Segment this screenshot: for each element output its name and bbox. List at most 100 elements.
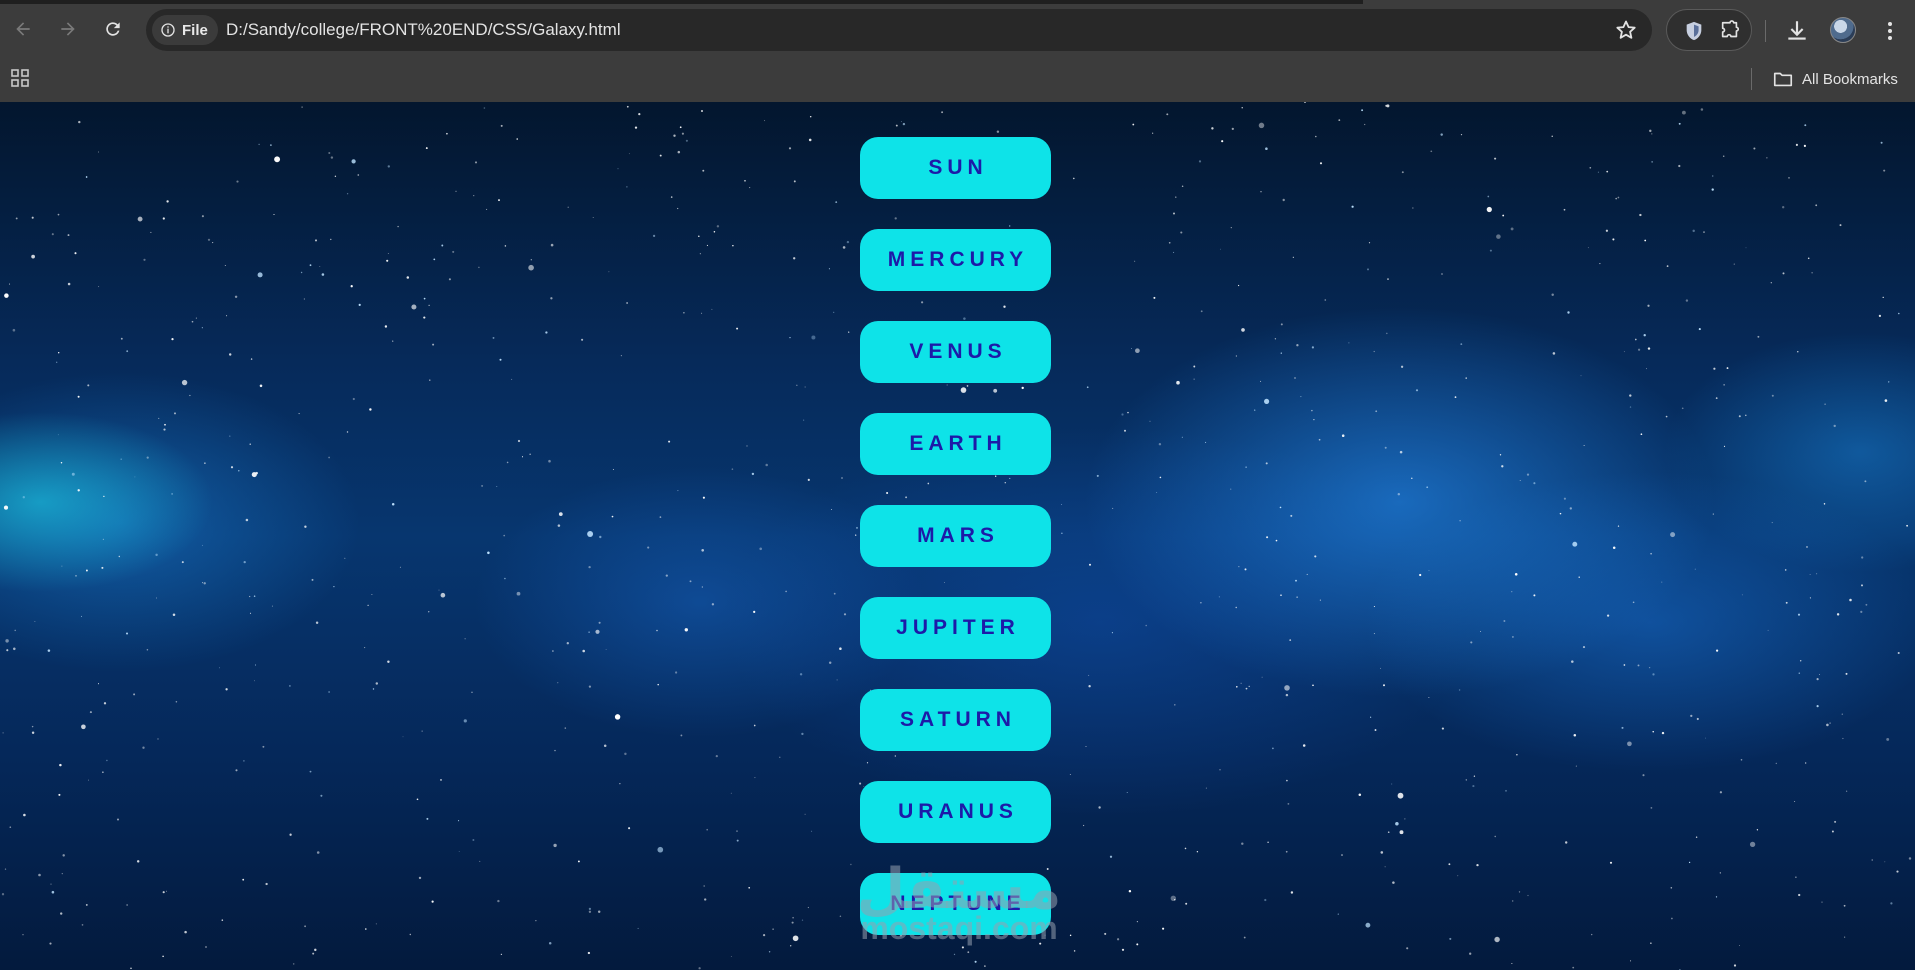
star [530, 259, 532, 261]
star [846, 240, 850, 244]
planet-button-saturn[interactable]: SATURN [860, 689, 1051, 751]
star [1688, 861, 1691, 864]
star [1200, 602, 1202, 604]
star [328, 456, 330, 459]
star [1723, 384, 1725, 386]
star [446, 132, 448, 135]
star [1580, 375, 1582, 377]
star [1898, 312, 1900, 315]
planet-button-sun[interactable]: SUN [860, 137, 1051, 199]
star [1650, 942, 1652, 944]
star [171, 337, 174, 341]
star [966, 385, 969, 387]
puzzle-icon[interactable] [1719, 20, 1741, 42]
star [1088, 685, 1091, 688]
forward-button[interactable] [51, 12, 85, 46]
url-text[interactable]: D:/Sandy/college/FRONT%20END/CSS/Galaxy.… [226, 9, 621, 51]
star [1713, 367, 1716, 370]
star [1237, 284, 1240, 287]
star [464, 638, 466, 640]
star [647, 546, 650, 549]
star [1260, 191, 1262, 193]
download-icon[interactable] [1784, 18, 1810, 44]
star [1241, 328, 1245, 332]
star-icon[interactable] [1614, 18, 1638, 42]
avatar[interactable] [1830, 17, 1856, 43]
kebab-menu-icon[interactable] [1878, 18, 1902, 44]
star [479, 860, 481, 862]
arrow-left-icon [16, 22, 30, 36]
star [1871, 859, 1873, 861]
star [608, 271, 610, 273]
star [1816, 705, 1819, 708]
star [811, 335, 816, 340]
star [1880, 141, 1883, 144]
star [1397, 792, 1404, 799]
star [1387, 831, 1390, 834]
star [1563, 208, 1566, 211]
star [130, 967, 132, 970]
star [1886, 737, 1890, 741]
star [1300, 396, 1302, 398]
star [628, 153, 630, 155]
planet-button-neptune[interactable]: NEPTUNE [860, 873, 1051, 935]
star [1296, 344, 1299, 347]
star [1551, 293, 1554, 296]
star [249, 612, 252, 614]
star [1726, 367, 1729, 370]
star [961, 946, 964, 949]
star [316, 851, 320, 854]
star [87, 779, 90, 781]
reload-button[interactable] [96, 12, 130, 46]
star [392, 340, 394, 342]
planet-button-earth[interactable]: EARTH [860, 413, 1051, 475]
planet-button-mercury[interactable]: MERCURY [860, 229, 1051, 291]
star [1698, 328, 1701, 331]
planet-button-mars[interactable]: MARS [860, 505, 1051, 567]
star [1572, 541, 1578, 547]
star [706, 828, 708, 831]
star [1646, 368, 1648, 370]
star [1364, 123, 1366, 126]
star [133, 693, 136, 696]
star [1400, 365, 1404, 368]
star [106, 759, 108, 762]
star [1395, 821, 1399, 826]
star [1715, 896, 1718, 898]
star [905, 496, 908, 499]
shield-icon[interactable] [1683, 20, 1705, 42]
star [1383, 684, 1385, 687]
apps-grid-icon[interactable] [10, 68, 30, 88]
star [6, 649, 9, 652]
star [581, 338, 584, 341]
star [1324, 299, 1327, 301]
star [181, 379, 188, 386]
star [830, 508, 832, 510]
star [701, 110, 703, 112]
star [1503, 620, 1506, 622]
star [89, 711, 92, 714]
star [23, 813, 26, 817]
all-bookmarks-button[interactable]: All Bookmarks [1772, 67, 1898, 91]
star [1511, 635, 1514, 638]
star [1703, 231, 1705, 233]
star [425, 147, 428, 150]
star [102, 538, 105, 541]
star [1009, 477, 1011, 479]
star [1733, 964, 1737, 967]
address-bar[interactable]: File D:/Sandy/college/FRONT%20END/CSS/Ga… [146, 9, 1652, 51]
star [611, 515, 614, 518]
star [483, 107, 486, 109]
star [753, 610, 756, 614]
planet-button-uranus[interactable]: URANUS [860, 781, 1051, 843]
star [598, 621, 601, 624]
star [1280, 594, 1282, 596]
site-info-chip[interactable]: File [152, 15, 218, 45]
star [736, 830, 738, 832]
back-button[interactable] [6, 12, 40, 46]
star [634, 126, 638, 129]
planet-button-venus[interactable]: VENUS [860, 321, 1051, 383]
star [754, 777, 756, 779]
planet-button-jupiter[interactable]: JUPITER [860, 597, 1051, 659]
star [529, 453, 531, 455]
